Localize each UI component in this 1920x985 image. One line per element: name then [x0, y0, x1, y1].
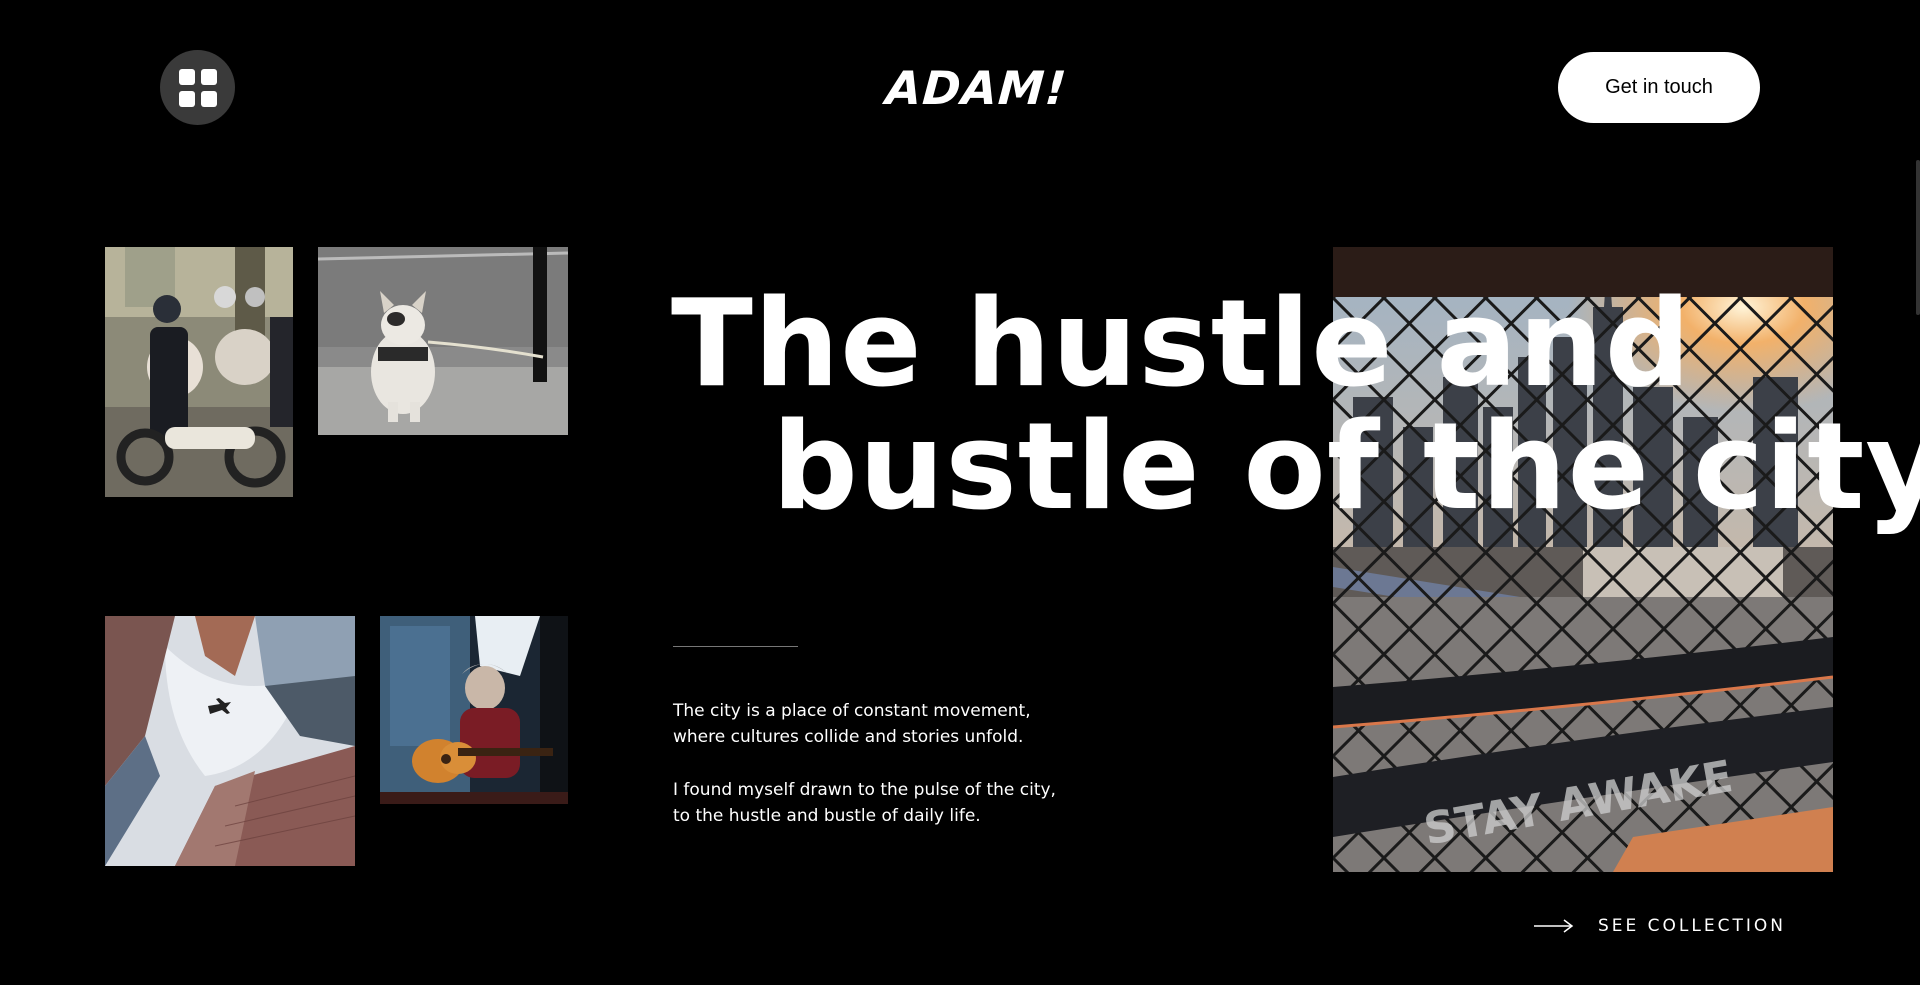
see-collection-link[interactable]: SEE COLLECTION	[1534, 916, 1786, 936]
page: ADAM! Get in touch STAY AWAKE The hustle…	[0, 0, 1920, 985]
scrollbar[interactable]	[1916, 160, 1920, 315]
site-logo[interactable]: ADAM!	[884, 61, 1069, 115]
divider	[673, 646, 798, 647]
menu-button[interactable]	[160, 50, 235, 125]
intro-paragraph-1: The city is a place of constant movement…	[673, 701, 1031, 747]
arrow-right-icon	[1534, 919, 1574, 933]
french-bulldog-photo[interactable]	[318, 247, 568, 435]
intro-paragraph-2: I found myself drawn to the pulse of the…	[673, 780, 1056, 826]
skyscrapers-airplane-photo[interactable]	[105, 616, 355, 866]
see-collection-label: SEE COLLECTION	[1598, 916, 1786, 936]
guitar-player-photo[interactable]	[380, 616, 568, 804]
get-in-touch-button[interactable]: Get in touch	[1558, 52, 1760, 123]
city-skyline-fence-photo[interactable]: STAY AWAKE	[1333, 247, 1833, 872]
street-motorbike-photo[interactable]	[105, 247, 293, 497]
grid-icon	[178, 68, 217, 107]
